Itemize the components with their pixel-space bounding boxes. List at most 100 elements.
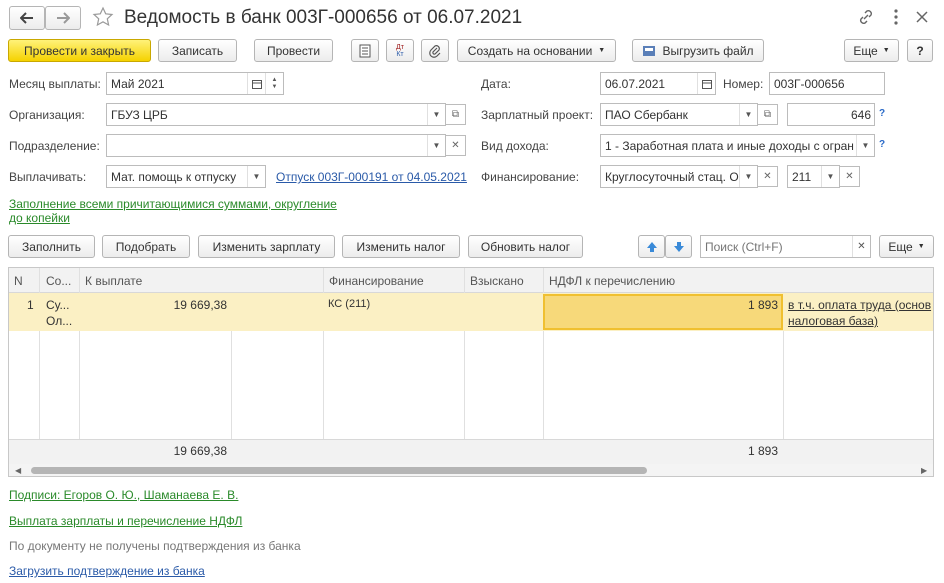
scroll-right-icon[interactable]: ▶ [921, 466, 927, 475]
row-ndfl: 1 893 [747, 298, 778, 312]
chevron-down-icon[interactable]: ▼ [427, 104, 445, 125]
attach-button[interactable] [421, 39, 449, 62]
salary-project-label: Зарплатный проект: [481, 108, 594, 122]
income-type-value: 1 - Заработная плата и иные доходы с огр… [605, 138, 854, 153]
month-field[interactable]: Май 2021 ▲ ▼ [106, 72, 284, 95]
col-header-ndfl[interactable]: НДФЛ к перечислению [549, 274, 675, 288]
open-org-button[interactable]: ⧉ [445, 104, 466, 125]
update-tax-button[interactable]: Обновить налог [468, 235, 583, 258]
journal-button[interactable] [351, 39, 379, 62]
help-tooltip-icon[interactable]: ? [879, 108, 885, 119]
fill-button[interactable]: Заполнить [8, 235, 95, 258]
row-employee-2: Ол... [46, 314, 73, 328]
back-button[interactable] [9, 6, 45, 30]
horizontal-scrollbar[interactable]: ◀ ▶ [9, 464, 933, 476]
salary-project-value: ПАО Сбербанк [605, 107, 688, 122]
forward-button[interactable] [45, 6, 81, 30]
open-salary-project-button[interactable]: ⧉ [757, 104, 778, 125]
menu-dots-icon[interactable] [893, 8, 899, 26]
income-type-label: Вид дохода: [481, 139, 549, 153]
dept-field[interactable]: ▼ [106, 134, 446, 157]
calendar-icon[interactable] [697, 73, 715, 94]
clear-financing-button[interactable]: ✕ [757, 166, 778, 187]
table-more-label: Еще [888, 239, 913, 254]
col-header-n[interactable]: N [14, 274, 23, 288]
org-label: Организация: [9, 108, 85, 122]
table-more-button[interactable]: Еще ▼ [879, 235, 934, 258]
more-button[interactable]: Еще ▼ [844, 39, 899, 62]
financing-code-field[interactable]: 211 ▼ [787, 165, 840, 188]
link-icon[interactable] [858, 9, 874, 25]
footer-ndfl: 1 893 [747, 444, 778, 458]
page-title: Ведомость в банк 003Г-000656 от 06.07.20… [124, 7, 523, 28]
pick-button[interactable]: Подобрать [102, 235, 190, 258]
paperclip-icon [429, 44, 441, 58]
col-header-co[interactable]: Со... [46, 274, 80, 288]
create-based-button[interactable]: Создать на основании ▼ [457, 39, 616, 62]
payout-link[interactable]: Выплата зарплаты и перечисление НДФЛ [9, 514, 242, 528]
help-tooltip-icon[interactable]: ? [879, 139, 885, 150]
row-note-link-1[interactable]: в т.ч. оплата труда (основ [788, 298, 931, 312]
number-label: Номер: [723, 77, 764, 91]
chevron-down-icon[interactable]: ▼ [856, 135, 874, 156]
row-number: 1 [27, 298, 34, 312]
dropdown-arrow-icon: ▼ [917, 243, 925, 250]
dropdown-arrow-icon: ▼ [882, 47, 890, 54]
close-icon[interactable] [915, 10, 929, 24]
date-field[interactable]: 06.07.2021 [600, 72, 716, 95]
save-button[interactable]: Записать [158, 39, 237, 62]
row-note-link-2[interactable]: налоговая база) [788, 314, 878, 328]
number-field[interactable]: 003Г-000656 [769, 72, 885, 95]
org-field[interactable]: ГБУЗ ЦРБ ▼ [106, 103, 446, 126]
col-header-financing[interactable]: Финансирование [329, 274, 424, 288]
row-employee-1: Су... [46, 298, 70, 312]
financing-label: Финансирование: [481, 170, 580, 184]
pay-field[interactable]: Мат. помощь к отпуску ▼ [106, 165, 266, 188]
dropdown-arrow-icon: ▼ [598, 47, 606, 54]
favorite-star-icon[interactable] [92, 6, 114, 28]
arrow-down-icon [673, 241, 684, 252]
salary-project-field[interactable]: ПАО Сбербанк ▼ [600, 103, 758, 126]
clear-search-icon[interactable]: ✕ [852, 236, 870, 257]
dt-kt-button[interactable]: Дт Кт [386, 39, 414, 62]
post-and-close-button[interactable]: Провести и закрыть [8, 39, 151, 62]
move-down-button[interactable] [665, 235, 692, 258]
pay-value: Мат. помощь к отпуску [111, 169, 237, 184]
chevron-down-icon[interactable]: ▼ [739, 166, 757, 187]
clear-dept-button[interactable]: ✕ [445, 135, 466, 156]
scroll-thumb[interactable] [31, 467, 647, 474]
change-tax-button[interactable]: Изменить налог [342, 235, 460, 258]
move-up-button[interactable] [638, 235, 665, 258]
dt-kt-icon: Дт [396, 43, 404, 51]
spinner-icon[interactable]: ▲ ▼ [265, 73, 283, 94]
number-value: 003Г-000656 [774, 76, 845, 91]
change-salary-button[interactable]: Изменить зарплату [198, 235, 335, 258]
fill-settings-link-1[interactable]: Заполнение всеми причитающимися суммами,… [9, 197, 337, 211]
create-based-label: Создать на основании [467, 43, 593, 58]
calendar-icon[interactable] [247, 73, 265, 94]
chevron-down-icon[interactable]: ▼ [427, 135, 445, 156]
load-confirmation-link[interactable]: Загрузить подтверждение из банка [9, 564, 205, 578]
export-file-button[interactable]: Выгрузить файл [632, 39, 764, 62]
signatures-link[interactable]: Подписи: Егоров О. Ю., Шаманаева Е. В. [9, 488, 238, 502]
clear-financing-code-button[interactable]: ✕ [839, 166, 860, 187]
help-button[interactable]: ? [907, 39, 933, 62]
col-header-amount[interactable]: К выплате [85, 274, 142, 288]
footer-amount: 19 669,38 [173, 444, 227, 458]
salary-project-code-value: 646 [850, 107, 871, 122]
income-type-field[interactable]: 1 - Заработная плата и иные доходы с огр… [600, 134, 875, 157]
search-field[interactable]: ✕ [700, 235, 871, 258]
vacation-link[interactable]: Отпуск 003Г-000191 от 04.05.2021 [276, 170, 467, 184]
financing-value: Круглосуточный стац. О [605, 169, 739, 184]
chevron-down-icon[interactable]: ▼ [247, 166, 265, 187]
financing-field[interactable]: Круглосуточный стац. О ▼ [600, 165, 758, 188]
scroll-left-icon[interactable]: ◀ [15, 466, 21, 475]
more-label: Еще [853, 43, 878, 58]
post-button[interactable]: Провести [254, 39, 333, 62]
col-header-collected[interactable]: Взыскано [470, 274, 524, 288]
fill-settings-link-2[interactable]: до копейки [9, 211, 70, 225]
chevron-down-icon[interactable]: ▼ [821, 166, 839, 187]
chevron-down-icon[interactable]: ▼ [739, 104, 757, 125]
pay-label: Выплачивать: [9, 170, 87, 184]
search-input[interactable] [701, 239, 852, 254]
